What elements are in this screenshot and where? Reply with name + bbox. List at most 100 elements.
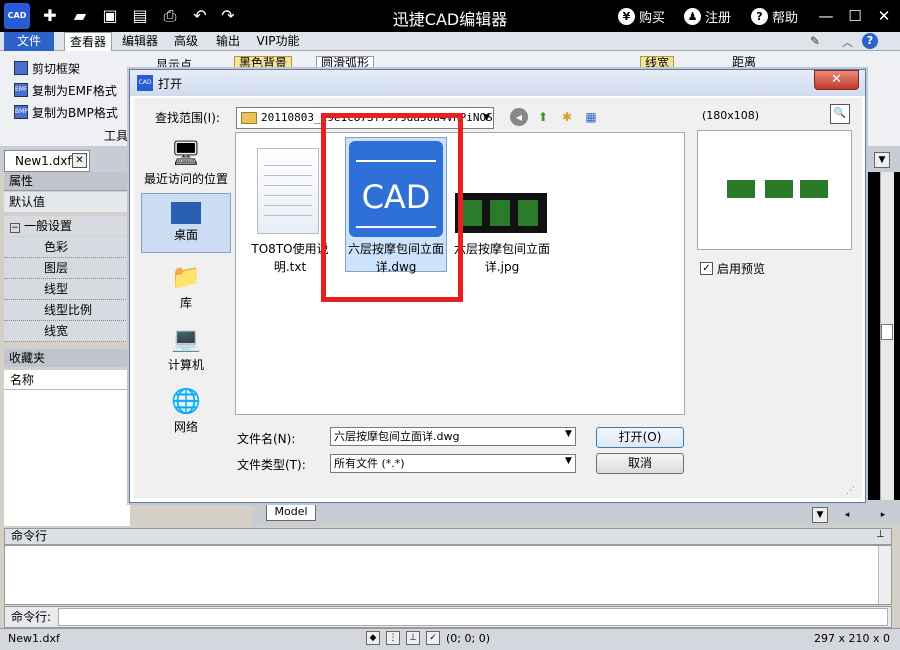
model-tab[interactable]: Model [266,503,316,521]
favorites-name-column[interactable]: 名称 [4,370,130,390]
resize-grip-icon[interactable]: ⋰ [846,486,858,498]
property-row[interactable]: 线宽 [4,321,130,342]
view-menu-icon[interactable]: ▦ [582,108,600,126]
up-folder-icon[interactable]: ⬆ [534,108,552,126]
back-icon[interactable]: ◂ [510,108,528,126]
help-circle-icon[interactable]: ? [862,33,878,49]
scrollbar-thumb[interactable] [881,324,893,340]
layout-chevron-icon[interactable]: ▼ [812,507,828,523]
minimize-icon[interactable]: — [816,6,836,26]
redo-icon[interactable]: ↷ [218,6,238,26]
copy-emf-button[interactable]: EMF 复制为EMF格式 [14,80,117,100]
collapse-minus-icon[interactable]: − [10,223,20,233]
command-input[interactable] [58,608,888,626]
pin-icon[interactable]: ⊥ [876,529,885,540]
buy-button[interactable]: ¥ 购买 [618,6,665,26]
tab-viewer[interactable]: 查看器 [64,32,112,51]
enable-preview-label: 启用预览 [717,262,766,276]
place-computer[interactable]: 💻 计算机 [141,320,231,380]
check-icon[interactable]: ✓ [426,631,440,645]
property-row[interactable]: 线型比例 [4,300,130,321]
tab-vip[interactable]: VIP功能 [252,32,304,51]
look-in-label: 查找范围(I): [155,111,220,125]
library-icon: 📁 [171,263,201,291]
help-button[interactable]: ? 帮助 [751,6,798,26]
register-button[interactable]: ♟ 注册 [684,6,731,26]
app-title: 迅捷CAD编辑器 [392,10,508,29]
close-tab-icon[interactable]: ✕ [72,153,87,168]
line-width-button[interactable]: 线宽 [640,56,675,70]
preview-zoom-icon[interactable]: 🔍 [830,104,850,124]
tab-list-chevron-icon[interactable]: ▼ [874,152,890,168]
buy-label: 购买 [639,10,666,26]
grid-icon[interactable]: ⋮ [386,631,400,645]
scroll-right-icon[interactable]: ▸ [876,507,890,523]
place-recent[interactable]: 🖥 最近访问的位置 [141,134,231,194]
status-drawing-size: 297 x 210 x 0 [814,632,890,645]
dialog-title: 打开 [158,77,183,91]
text-file-icon[interactable] [257,148,319,234]
user-icon: ♟ [684,7,701,25]
property-row[interactable]: 图层 [4,258,130,279]
app-logo: CAD [4,3,30,29]
distance-button[interactable]: 距离 [732,56,756,68]
menu-file[interactable]: 文件 [4,32,54,51]
clip-icon [14,61,28,75]
save-icon[interactable]: ▣ [100,6,120,26]
save-as-icon[interactable]: ▤ [130,6,150,26]
enable-preview-checkbox[interactable]: ✓ 启用预览 [700,260,765,277]
place-desktop[interactable]: 桌面 [141,193,231,253]
maximize-icon[interactable]: ☐ [845,6,865,26]
properties-header: 属性 [4,172,130,191]
close-icon[interactable]: ✕ [874,6,894,26]
command-scrollbar[interactable] [878,546,891,604]
copy-bmp-button[interactable]: BMP 复制为BMP格式 [14,102,118,122]
favorites-list[interactable] [4,390,130,526]
properties-default[interactable]: 默认值 [4,192,130,212]
pen-icon[interactable]: ✎ [810,34,826,50]
ortho-icon[interactable]: ⊥ [406,631,420,645]
tools-group-label: 工具 [104,129,129,143]
property-row[interactable]: 色彩 [4,237,130,258]
register-label: 注册 [705,10,732,26]
scroll-left-icon[interactable]: ◂ [840,507,854,523]
question-icon: ? [751,7,768,25]
status-file: New1.dxf [8,632,60,645]
command-history [4,545,892,605]
cad-app-icon: CAD [137,75,153,91]
file-item-jpg[interactable]: 六层按摩包间立面详.jpg [452,240,552,276]
checkbox-icon[interactable]: ✓ [700,262,713,275]
file-name-input[interactable]: 六层按摩包间立面详.dwg [330,427,576,446]
place-library[interactable]: 📁 库 [141,258,231,318]
cancel-button[interactable]: 取消 [596,453,684,474]
place-network-label: 网络 [173,420,198,434]
place-network[interactable]: 🌐 网络 [141,382,231,442]
chevron-down-icon[interactable]: ▼ [562,456,575,466]
dialog-close-icon[interactable]: ✕ [814,70,859,90]
tab-editor[interactable]: 编辑器 [118,32,162,51]
black-bg-button[interactable]: 黑色背景 [234,56,293,70]
file-type-select[interactable]: 所有文件 (*.*) [330,454,576,473]
copy-emf-label: 复制为EMF格式 [32,83,117,98]
new-folder-icon[interactable]: ✱ [558,108,576,126]
open-folder-icon[interactable]: ▰ [70,6,90,26]
preview-size: (180x108) [702,109,760,122]
tab-advanced[interactable]: 高级 [168,32,204,51]
property-row[interactable]: 线型 [4,279,130,300]
new-file-icon[interactable]: ✚ [40,6,60,26]
properties-group[interactable]: − 一般设置 [4,216,130,236]
chevron-down-icon[interactable]: ▼ [480,108,493,128]
dialog-title-bar[interactable] [130,70,865,96]
layout-tab-row [252,500,900,526]
computer-icon: 💻 [171,325,201,353]
print-icon[interactable]: ⎙ [160,6,180,26]
snap-icon[interactable]: ◆ [366,631,380,645]
chevron-down-icon[interactable]: ▼ [562,429,575,439]
undo-icon[interactable]: ↶ [190,6,210,26]
clip-frame-button[interactable]: 剪切框架 [14,58,80,78]
place-desktop-label: 桌面 [173,228,198,242]
tab-output[interactable]: 输出 [210,32,246,51]
open-button[interactable]: 打开(O) [596,427,684,448]
collapse-icon[interactable]: ︿ [842,34,858,50]
smooth-arc-button[interactable]: 圆滑弧形 [316,56,375,70]
